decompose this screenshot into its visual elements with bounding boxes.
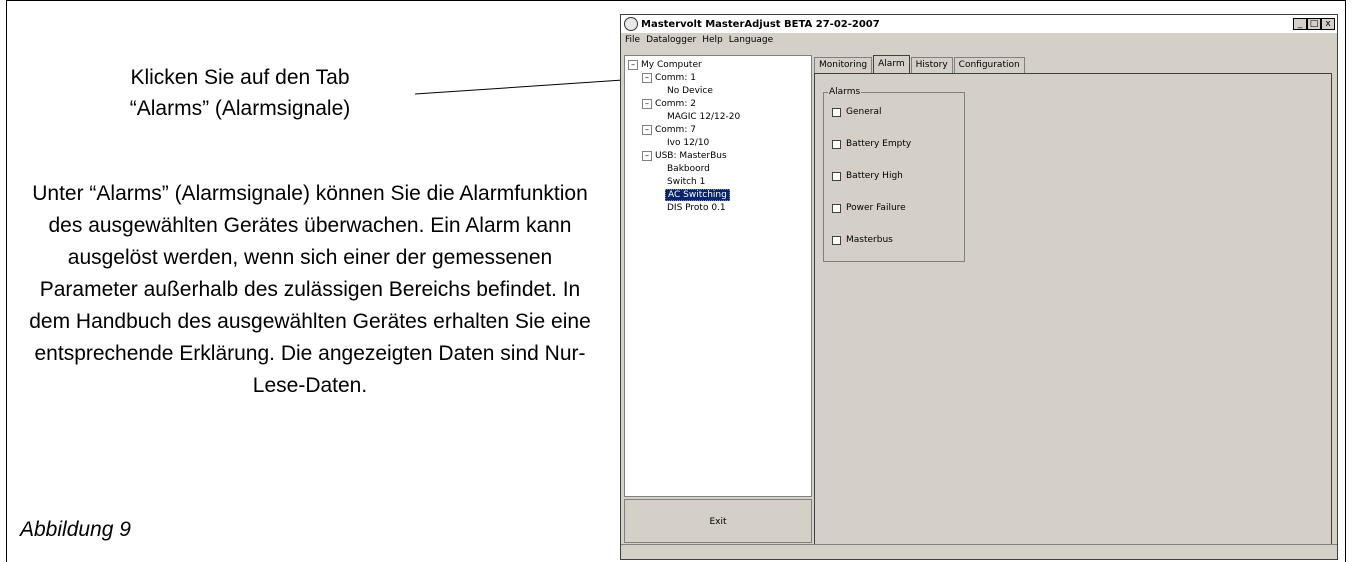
battery-empty-checkbox[interactable]	[832, 139, 841, 149]
tab-history[interactable]: History	[910, 57, 953, 73]
window-title: Mastervolt MasterAdjust BETA 27-02-2007	[641, 18, 880, 30]
alarm-tab-page: Alarms General Battery Empty Battery Hig…	[814, 73, 1332, 547]
alarm-battery-high[interactable]: Battery High	[832, 171, 903, 181]
general-checkbox[interactable]	[832, 107, 841, 117]
minimize-button[interactable]: _	[1293, 18, 1307, 30]
alarm-description: Unter “Alarms” (Alarmsignale) können Sie…	[29, 182, 591, 397]
callout-line-2: “Alarms” (Alarmsignale)	[129, 97, 351, 120]
tree-item-no-device[interactable]: No Device	[667, 85, 713, 97]
tree-item-ivo[interactable]: Ivo 12/10	[667, 137, 709, 149]
tree-item-comm7[interactable]: – Comm: 7	[642, 124, 696, 136]
menu-help[interactable]: Help	[702, 33, 723, 47]
collapse-icon[interactable]: –	[642, 72, 652, 83]
tree-item-my-computer[interactable]: – My Computer	[628, 59, 702, 71]
close-button[interactable]: x	[1321, 18, 1335, 30]
app-window: Mastervolt MasterAdjust BETA 27-02-2007 …	[620, 14, 1338, 560]
tree-item-switch-1[interactable]: Switch 1	[667, 176, 705, 188]
title-bar: Mastervolt MasterAdjust BETA 27-02-2007 …	[621, 15, 1337, 33]
device-tree: – My Computer – Comm: 1 No Device – Comm: 2…	[624, 55, 812, 497]
menu-language[interactable]: Language	[729, 33, 773, 47]
app-icon	[624, 17, 638, 31]
tree-item-magic[interactable]: MAGIC 12/12-20	[667, 111, 740, 123]
battery-high-checkbox[interactable]	[832, 171, 841, 181]
tree-item-comm1[interactable]: – Comm: 1	[642, 72, 696, 84]
alarms-groupbox: Alarms General Battery Empty Battery Hig…	[823, 87, 965, 262]
tab-configuration[interactable]: Configuration	[953, 57, 1025, 73]
menu-datalogger[interactable]: Datalogger	[646, 33, 696, 47]
tree-item-ac-switching[interactable]: AC Switching	[665, 189, 730, 201]
tree-item-usb-masterbus[interactable]: – USB: MasterBus	[642, 150, 727, 162]
power-failure-checkbox[interactable]	[832, 203, 841, 213]
tab-callout: Klicken Sie auf den Tab “Alarms” (Alarms…	[30, 62, 450, 124]
collapse-icon[interactable]: –	[642, 150, 652, 161]
tab-strip: Monitoring Alarm History Configuration	[814, 55, 1026, 73]
status-bar	[621, 544, 1337, 559]
alarm-battery-empty[interactable]: Battery Empty	[832, 139, 911, 149]
alarm-power-failure[interactable]: Power Failure	[832, 203, 906, 213]
callout-line-1: Klicken Sie auf den Tab	[130, 66, 350, 89]
masterbus-checkbox[interactable]	[832, 235, 841, 245]
menu-file[interactable]: File	[625, 33, 640, 47]
selected-tree-label: AC Switching	[665, 189, 730, 201]
tree-item-dis-proto[interactable]: DIS Proto 0.1	[667, 202, 726, 214]
alarm-masterbus[interactable]: Masterbus	[832, 235, 893, 245]
maximize-button[interactable]: □	[1307, 18, 1321, 30]
tab-alarm[interactable]: Alarm	[873, 55, 910, 73]
figure-caption: Abbildung 9	[20, 518, 131, 541]
alarms-group-label: Alarms	[828, 87, 862, 97]
tab-monitoring[interactable]: Monitoring	[814, 57, 873, 73]
menu-bar: File Datalogger Help Language	[621, 33, 1337, 47]
alarm-general[interactable]: General	[832, 107, 881, 117]
exit-button[interactable]: Exit	[624, 499, 812, 543]
window-controls: _ □ x	[1293, 18, 1335, 30]
collapse-icon[interactable]: –	[642, 124, 652, 135]
collapse-icon[interactable]: –	[642, 98, 652, 109]
tree-item-bakboord[interactable]: Bakboord	[667, 163, 710, 175]
tree-item-comm2[interactable]: – Comm: 2	[642, 98, 696, 110]
collapse-icon[interactable]: –	[628, 59, 638, 70]
